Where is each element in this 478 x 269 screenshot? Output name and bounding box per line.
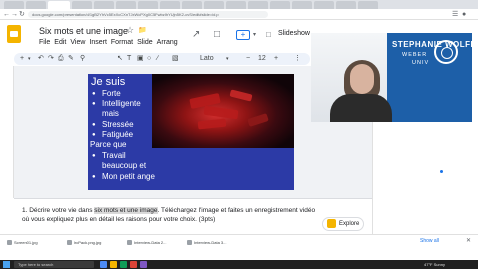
- menu-arrange[interactable]: Arrang: [157, 39, 178, 46]
- app-icon[interactable]: [130, 261, 137, 268]
- browser-tab-active[interactable]: [48, 1, 70, 9]
- slide-text-line: beaucoup et: [102, 161, 147, 170]
- google-slides-logo-icon[interactable]: [7, 25, 21, 43]
- browser-tab[interactable]: [204, 1, 224, 9]
- menu-edit[interactable]: Edit: [54, 39, 66, 46]
- browser-tab[interactable]: [336, 1, 356, 9]
- menu-slide[interactable]: Slide: [137, 39, 153, 46]
- speaker-notes-text[interactable]: 1. Décrire votre vie dans six mots et un…: [22, 206, 318, 224]
- download-item[interactable]: Interview-Data 2...: [126, 238, 178, 247]
- font-family-select[interactable]: Lato: [200, 55, 214, 63]
- menu-file[interactable]: File: [39, 39, 50, 46]
- font-size-increase-icon[interactable]: +: [274, 55, 278, 63]
- browser-tab[interactable]: [160, 1, 180, 9]
- menu-bar: File Edit View Insert Format Slide Arrang: [39, 39, 182, 46]
- app-icon[interactable]: [120, 261, 127, 268]
- select-cursor-icon[interactable]: ↖: [117, 55, 123, 63]
- browser-tab[interactable]: [358, 1, 378, 9]
- app-icon[interactable]: [110, 261, 117, 268]
- menu-view[interactable]: View: [70, 39, 85, 46]
- forward-icon[interactable]: →: [11, 11, 18, 18]
- presenter-body: [330, 94, 392, 122]
- show-all-downloads-link[interactable]: Show all: [420, 238, 439, 244]
- download-item[interactable]: lrcPack.png.jpg: [66, 238, 118, 247]
- shape-icon[interactable]: ○: [147, 55, 151, 63]
- notes-highlight: six mots et une image: [94, 207, 158, 214]
- app-icon[interactable]: [140, 261, 147, 268]
- browser-tab[interactable]: [116, 1, 136, 9]
- star-icon[interactable]: ☆: [126, 25, 134, 36]
- line-icon[interactable]: ∕: [157, 55, 158, 63]
- profile-icon[interactable]: ●: [462, 11, 466, 18]
- redo-icon[interactable]: ↷: [48, 55, 54, 63]
- mouse-cursor-icon: [440, 170, 443, 173]
- more-options-icon[interactable]: ⋮: [294, 55, 301, 63]
- slide-bullet-item: Travail: [92, 151, 126, 161]
- explore-icon: [327, 219, 336, 228]
- slide-image[interactable]: [152, 74, 294, 148]
- filmstrip-panel: [0, 66, 14, 198]
- browser-tab[interactable]: [4, 1, 24, 9]
- slide-bullet-item: Stressée: [92, 120, 133, 130]
- url-input[interactable]: docs.google.com/presentation/d/1gB2YhVc5…: [28, 11, 268, 18]
- reload-icon[interactable]: ↻: [19, 11, 25, 18]
- new-slide-icon[interactable]: +: [20, 55, 24, 63]
- browser-tab[interactable]: [26, 1, 46, 9]
- text-box-icon[interactable]: T: [127, 55, 131, 63]
- menu-insert[interactable]: Insert: [89, 39, 107, 46]
- browser-tab[interactable]: [138, 1, 158, 9]
- slide-text-line: Parce que: [90, 140, 127, 149]
- move-folder-icon[interactable]: 📁: [138, 26, 147, 34]
- download-item[interactable]: Interview-Data 3...: [186, 238, 238, 247]
- download-item[interactable]: Screen01.jpg: [6, 238, 58, 247]
- notes-text-part: 1. Décrire votre vie dans: [22, 207, 95, 214]
- presenter-affiliation: UNIV: [412, 60, 430, 66]
- font-size-decrease-icon[interactable]: −: [246, 55, 250, 63]
- close-icon[interactable]: ✕: [466, 237, 471, 244]
- slideshow-button[interactable]: Slideshow: [278, 30, 310, 37]
- undo-icon[interactable]: ↶: [38, 55, 44, 63]
- side-panel: [372, 120, 478, 234]
- font-size-input[interactable]: 12: [258, 55, 266, 63]
- present-icon[interactable]: □: [266, 30, 271, 39]
- emblem-icon: [434, 40, 458, 64]
- browser-tab[interactable]: [72, 1, 92, 9]
- paint-format-icon[interactable]: ✎: [68, 55, 74, 63]
- browser-tab[interactable]: [292, 1, 312, 9]
- slide-bullet-item: Fatiguée: [92, 130, 133, 140]
- extensions-icon[interactable]: ☰: [452, 11, 458, 18]
- chevron-down-icon[interactable]: ▾: [253, 31, 256, 38]
- browser-tab[interactable]: [248, 1, 268, 9]
- comment-icon[interactable]: □: [214, 29, 220, 40]
- back-icon[interactable]: ←: [3, 11, 10, 18]
- print-icon[interactable]: ⎙: [58, 55, 64, 63]
- image-icon[interactable]: ▣: [137, 55, 144, 63]
- menu-format[interactable]: Format: [111, 39, 133, 46]
- fill-color-icon[interactable]: ▧: [172, 55, 179, 63]
- app-icon[interactable]: [100, 261, 107, 268]
- slide-text-line: mais: [102, 109, 119, 118]
- taskbar-search-input[interactable]: Type here to search: [14, 261, 94, 268]
- presenter-affiliation: WEBER: [402, 52, 428, 58]
- browser-tab[interactable]: [226, 1, 246, 9]
- windows-start-icon[interactable]: [3, 261, 10, 268]
- slide-bullet-item: Forte: [92, 89, 120, 99]
- slide-bullet-item: Mon petit ange: [92, 172, 155, 182]
- chevron-down-icon[interactable]: ▾: [28, 55, 31, 63]
- zoom-icon[interactable]: ⚲: [80, 55, 85, 63]
- activity-trend-icon[interactable]: ↗: [192, 29, 200, 40]
- browser-tab[interactable]: [94, 1, 114, 9]
- new-meeting-icon[interactable]: +: [236, 30, 250, 40]
- browser-tab[interactable]: [270, 1, 290, 9]
- chevron-down-icon[interactable]: ▾: [226, 55, 229, 63]
- slide-heading: Je suis: [91, 76, 126, 88]
- document-title[interactable]: Six mots et une image: [39, 26, 128, 36]
- browser-tab[interactable]: [314, 1, 334, 9]
- system-tray-weather: 47°F Sunny: [424, 262, 445, 267]
- slide-bullet-item: Intelligente: [92, 99, 141, 109]
- browser-tab[interactable]: [182, 1, 202, 9]
- presenter-face: [350, 64, 374, 94]
